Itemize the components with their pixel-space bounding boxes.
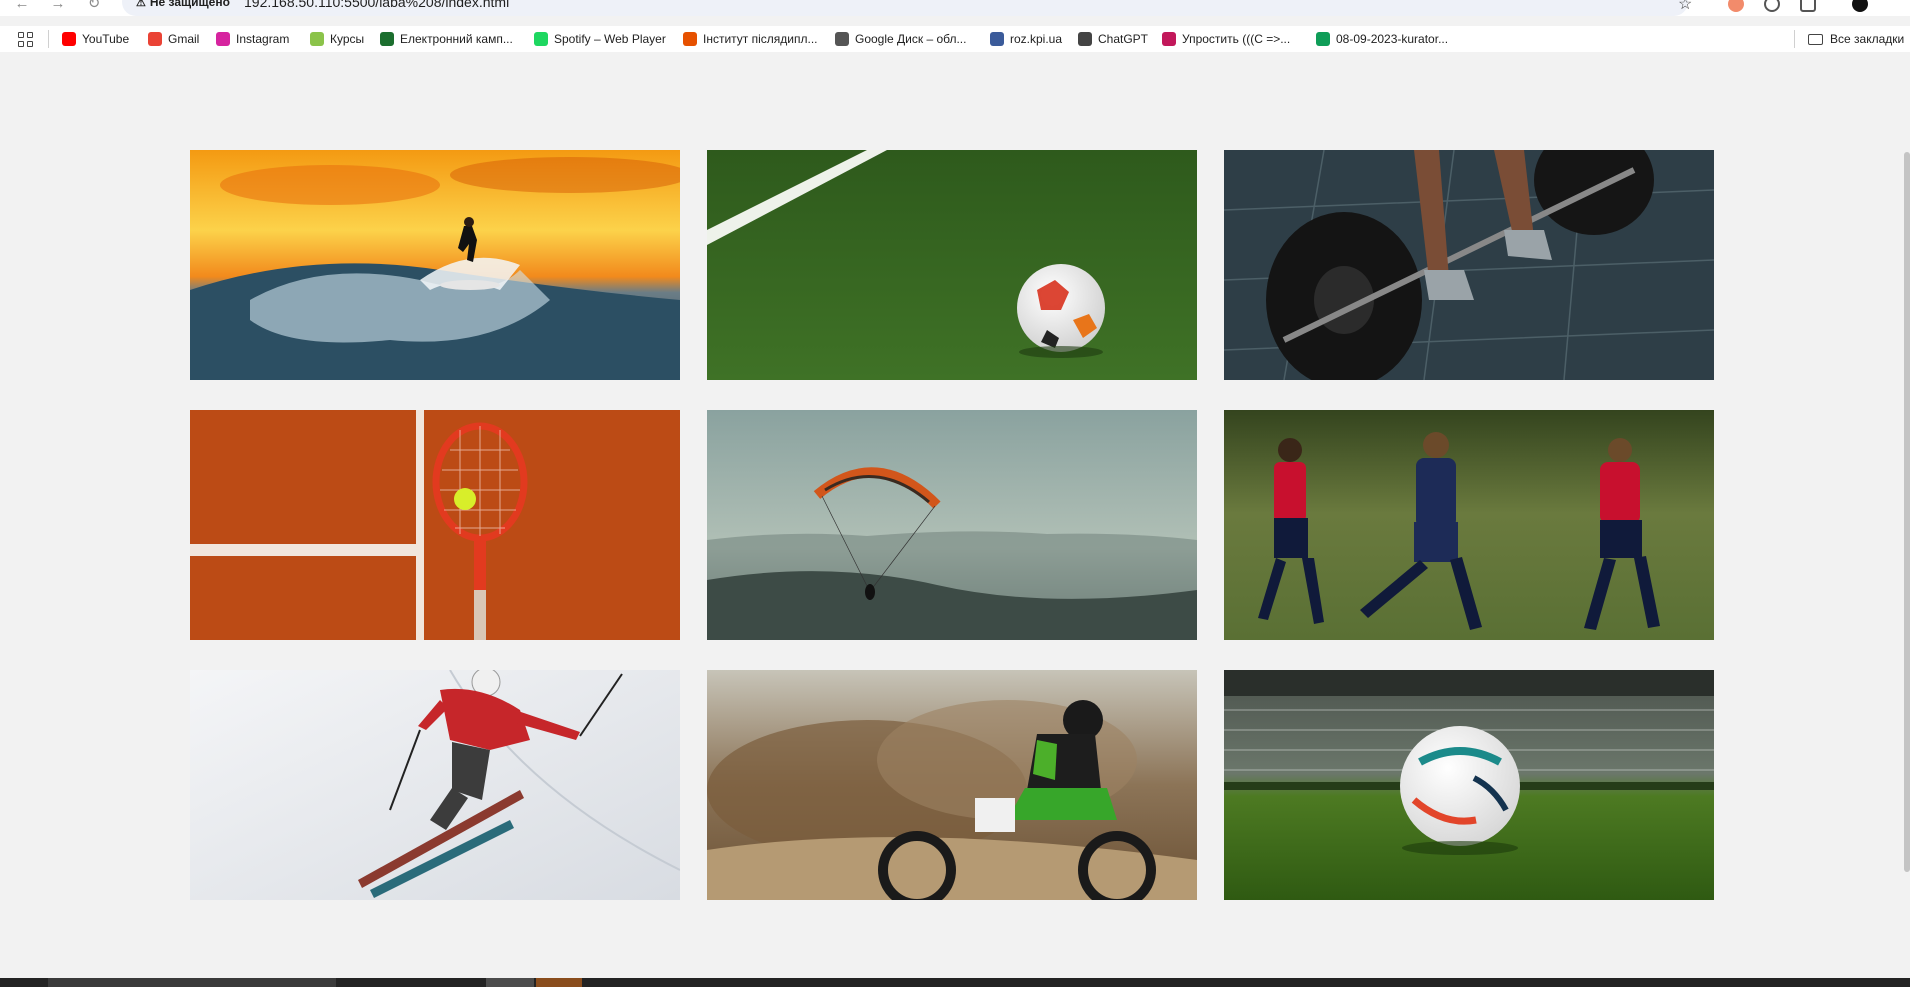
url-text[interactable]: 192.168.50.110:5500/laba%208/index.html: [244, 0, 509, 10]
gallery-image: [1224, 150, 1714, 380]
divider: [1794, 30, 1795, 48]
gallery-image: [707, 150, 1197, 380]
bookmark-item[interactable]: YouTube: [62, 30, 129, 48]
bookmark-label: Електронний камп...: [400, 32, 513, 46]
bookmark-item[interactable]: Електронний камп...: [380, 30, 513, 48]
barbell-deadlift-photo-icon: [1224, 150, 1714, 380]
bookmark-item[interactable]: Gmail: [148, 30, 199, 48]
all-bookmarks-label: Все закладки: [1830, 32, 1905, 46]
tennis-racket-clay-court-photo-icon: [190, 410, 680, 640]
taskbar-app[interactable]: [486, 978, 534, 987]
youth-football-match-photo-icon: [1224, 410, 1714, 640]
bookmark-label: ChatGPT: [1098, 32, 1149, 46]
campus-icon: [380, 32, 394, 46]
taskbar: [0, 978, 1910, 987]
bookmark-item[interactable]: Spotify – Web Player: [534, 30, 666, 48]
spotify-icon: [534, 32, 548, 46]
bookmark-label: roz.kpi.ua: [1010, 32, 1063, 46]
bookmark-label: Google Диск – обл...: [855, 32, 967, 46]
bookmark-label: 08-09-2023-kurator...: [1336, 32, 1449, 46]
bookmark-item[interactable]: Instagram: [216, 30, 289, 48]
reload-icon[interactable]: ↻: [84, 0, 104, 14]
gallery-image: [707, 410, 1197, 640]
bookmark-item[interactable]: 08-09-2023-kurator...: [1316, 30, 1448, 48]
institute-icon: [683, 32, 697, 46]
address-bar-row: ← → ↻ ⚠ Не защищено 192.168.50.110:5500/l…: [0, 0, 1910, 16]
bookmark-item[interactable]: Упростить (((C =>...: [1162, 30, 1290, 48]
skier-photo-icon: [190, 670, 680, 900]
sheets-icon: [1316, 32, 1330, 46]
extension-icon[interactable]: [1764, 0, 1780, 12]
apps-grid-icon[interactable]: [18, 32, 33, 47]
chatgpt-icon: [1078, 32, 1092, 46]
bookmark-star-icon[interactable]: ☆: [1678, 0, 1692, 14]
paraglider-photo-icon: [707, 410, 1197, 640]
bookmark-label: Упростить (((C =>...: [1182, 32, 1291, 46]
instagram-icon: [216, 32, 230, 46]
bookmark-label: Instagram: [236, 32, 290, 46]
gallery-image: [1224, 410, 1714, 640]
scrollbar-thumb[interactable]: [1904, 152, 1910, 872]
taskbar-app[interactable]: [536, 978, 582, 987]
taskbar-app[interactable]: [48, 978, 336, 987]
gallery-image: [707, 670, 1197, 900]
back-icon[interactable]: ←: [12, 0, 32, 14]
bookmark-label: Інститут післядипл...: [703, 32, 818, 46]
divider: [48, 30, 49, 48]
soccer-ball-on-grass-photo-icon: [707, 150, 1197, 380]
roz-icon: [990, 32, 1004, 46]
ball-in-stadium-photo-icon: [1224, 670, 1714, 900]
bookmark-label: Spotify – Web Player: [554, 32, 666, 46]
security-indicator[interactable]: ⚠ Не защищено: [136, 0, 230, 9]
bookmark-label: Курсы: [330, 32, 365, 46]
simplify-icon: [1162, 32, 1176, 46]
gallery-image: [190, 150, 680, 380]
profile-avatar[interactable]: [1852, 0, 1868, 12]
extension-icon[interactable]: [1728, 0, 1744, 12]
page-scrollbar[interactable]: [1904, 52, 1910, 872]
forward-icon[interactable]: →: [48, 0, 68, 14]
warning-icon: ⚠: [136, 0, 146, 9]
bookmark-label: Gmail: [168, 32, 200, 46]
bookmark-item[interactable]: Курсы: [310, 30, 364, 48]
bookmark-item[interactable]: Інститут післядипл...: [683, 30, 818, 48]
security-label: Не защищено: [149, 0, 230, 9]
motocross-rider-photo-icon: [707, 670, 1197, 900]
bookmark-item[interactable]: ChatGPT: [1078, 30, 1148, 48]
photo-gallery: [190, 150, 1714, 900]
gallery-image: [190, 410, 680, 640]
bookmark-label: YouTube: [82, 32, 130, 46]
gallery-image: [190, 670, 680, 900]
bookmark-item[interactable]: Google Диск – обл...: [835, 30, 966, 48]
bookmark-item[interactable]: roz.kpi.ua: [990, 30, 1062, 48]
gallery-image: [1224, 670, 1714, 900]
youtube-icon: [62, 32, 76, 46]
courses-icon: [310, 32, 324, 46]
gmail-icon: [148, 32, 162, 46]
all-bookmarks-button[interactable]: Все закладки: [1808, 30, 1904, 48]
extensions-puzzle-icon[interactable]: [1800, 0, 1816, 12]
folder-icon: [1808, 33, 1823, 45]
drive-icon: [835, 32, 849, 46]
bookmarks-bar: YouTube Gmail Instagram Курсы Електронний ка…: [0, 26, 1910, 52]
surfer-photo-icon: [190, 150, 680, 380]
